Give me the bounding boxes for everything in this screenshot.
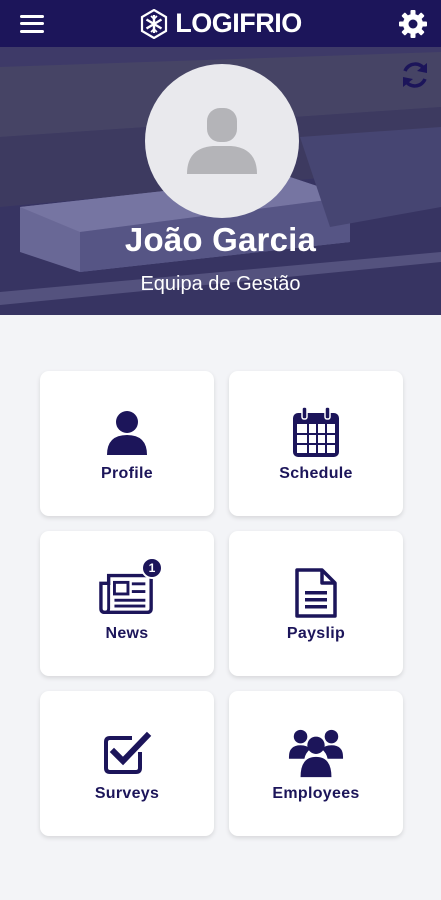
calendar-icon [293, 406, 339, 457]
gear-icon[interactable] [397, 8, 429, 40]
tile-label: Schedule [279, 464, 353, 482]
avatar[interactable] [145, 64, 299, 218]
tile-label: Payslip [286, 624, 346, 642]
user-name: João Garcia [124, 221, 317, 258]
employees-tile[interactable]: Employees [229, 691, 403, 836]
checkbox-icon [104, 731, 152, 774]
payslip-tile[interactable]: Payslip [229, 531, 403, 676]
surveys-tile[interactable]: Surveys [40, 691, 214, 836]
tile-label: News [105, 624, 149, 642]
hamburger-icon[interactable] [20, 14, 44, 33]
notification-badge: 1 [141, 556, 163, 579]
brand-name: LOGIFRIO [175, 8, 302, 38]
tile-label: Profile [101, 464, 153, 482]
top-bar: LOGIFRIO [0, 0, 441, 47]
tile-label: Surveys [94, 784, 160, 802]
user-icon [107, 410, 147, 455]
document-icon [295, 567, 337, 618]
users-group-icon [288, 729, 344, 777]
user-team: Equipa de Gestão [140, 273, 301, 295]
tile-label: Employees [272, 784, 360, 802]
profile-hero: João Garcia Equipa de Gestão [0, 47, 441, 315]
logifrio-logo-icon [141, 8, 168, 39]
schedule-tile[interactable]: Schedule [229, 371, 403, 516]
profile-tile[interactable]: Profile [40, 371, 214, 516]
user-placeholder-icon [187, 108, 257, 174]
news-tile[interactable]: 1 News [40, 531, 214, 676]
refresh-icon[interactable] [399, 59, 431, 91]
brand: LOGIFRIO [139, 8, 302, 39]
